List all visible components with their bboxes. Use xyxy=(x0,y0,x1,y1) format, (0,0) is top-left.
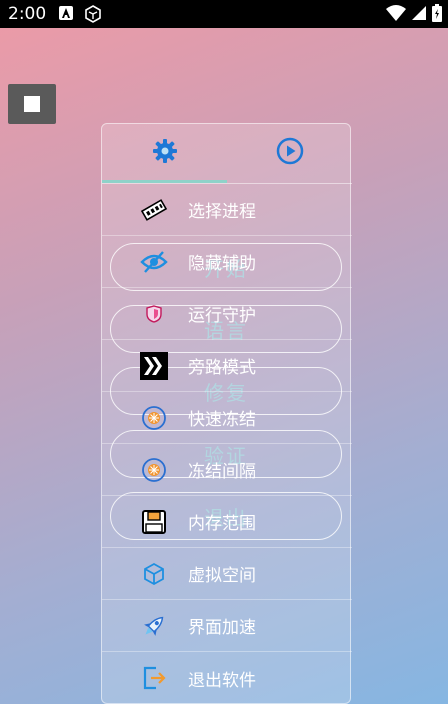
menu-item-label: 运行守护 xyxy=(188,306,256,326)
menu-item-label: 退出软件 xyxy=(188,670,256,691)
wifi-icon xyxy=(386,4,406,26)
menu-item-hide-assist[interactable]: 隐藏辅助 xyxy=(102,236,352,288)
freeze-circle-icon xyxy=(140,404,168,432)
rocket-icon xyxy=(140,612,168,640)
menu-item-select-process[interactable]: 选择进程 xyxy=(102,184,352,236)
menu-item-quick-freeze[interactable]: 快速冻结 xyxy=(102,392,352,444)
menu-item-label: 内存范围 xyxy=(188,514,256,534)
freeze-circle-icon xyxy=(140,456,168,484)
status-bar: 2:00 xyxy=(0,0,448,28)
eye-off-icon xyxy=(140,248,168,276)
cube-icon xyxy=(140,560,168,588)
menu-item-label: 虚拟空间 xyxy=(188,566,256,586)
menu-item-label: 旁路模式 xyxy=(188,358,256,378)
menu-item-label: 冻结间隔 xyxy=(188,462,256,482)
menu-item-run-guard[interactable]: 运行守护 xyxy=(102,288,352,340)
menu-item-virtual-space[interactable]: 虚拟空间 xyxy=(102,548,352,600)
floppy-disk-icon xyxy=(140,508,168,536)
notification-cube-icon xyxy=(84,5,101,23)
menu-item-exit-app[interactable]: 退出软件 xyxy=(102,652,352,704)
menu-item-ui-accelerate[interactable]: 界面加速 xyxy=(102,600,352,652)
menu-item-memory-range[interactable]: 内存范围 xyxy=(102,496,352,548)
menu-item-label: 隐藏辅助 xyxy=(188,254,256,274)
status-time: 2:00 xyxy=(8,4,47,24)
signal-icon xyxy=(411,5,427,25)
menu-item-label: 选择进程 xyxy=(188,202,256,222)
menu-item-label: 快速冻结 xyxy=(188,410,256,430)
play-circle-icon xyxy=(276,137,304,169)
floating-window-button[interactable] xyxy=(8,84,56,124)
stop-square-icon xyxy=(24,96,40,112)
menu-item-freeze-interval[interactable]: 冻结间隔 xyxy=(102,444,352,496)
floating-menu-panel: 选择进程 隐藏辅助 运行守护 旁路模式 快速冻结 冻结间隔 内存范围 虚拟空间 … xyxy=(101,123,352,704)
notification-a-icon xyxy=(58,5,74,21)
gear-icon xyxy=(152,138,178,168)
battery-icon xyxy=(432,4,442,26)
tab-settings[interactable] xyxy=(102,124,227,182)
menu-item-label: 界面加速 xyxy=(188,618,256,638)
shield-icon xyxy=(140,300,168,328)
tab-run[interactable] xyxy=(227,124,352,182)
memory-chip-icon xyxy=(140,196,168,224)
exit-icon xyxy=(140,664,168,692)
panel-tabs xyxy=(102,124,352,184)
bypass-arrows-icon xyxy=(140,351,168,380)
menu-item-bypass-mode[interactable]: 旁路模式 xyxy=(102,340,352,392)
panel-menu-list: 选择进程 隐藏辅助 运行守护 旁路模式 快速冻结 冻结间隔 内存范围 虚拟空间 … xyxy=(102,184,352,704)
